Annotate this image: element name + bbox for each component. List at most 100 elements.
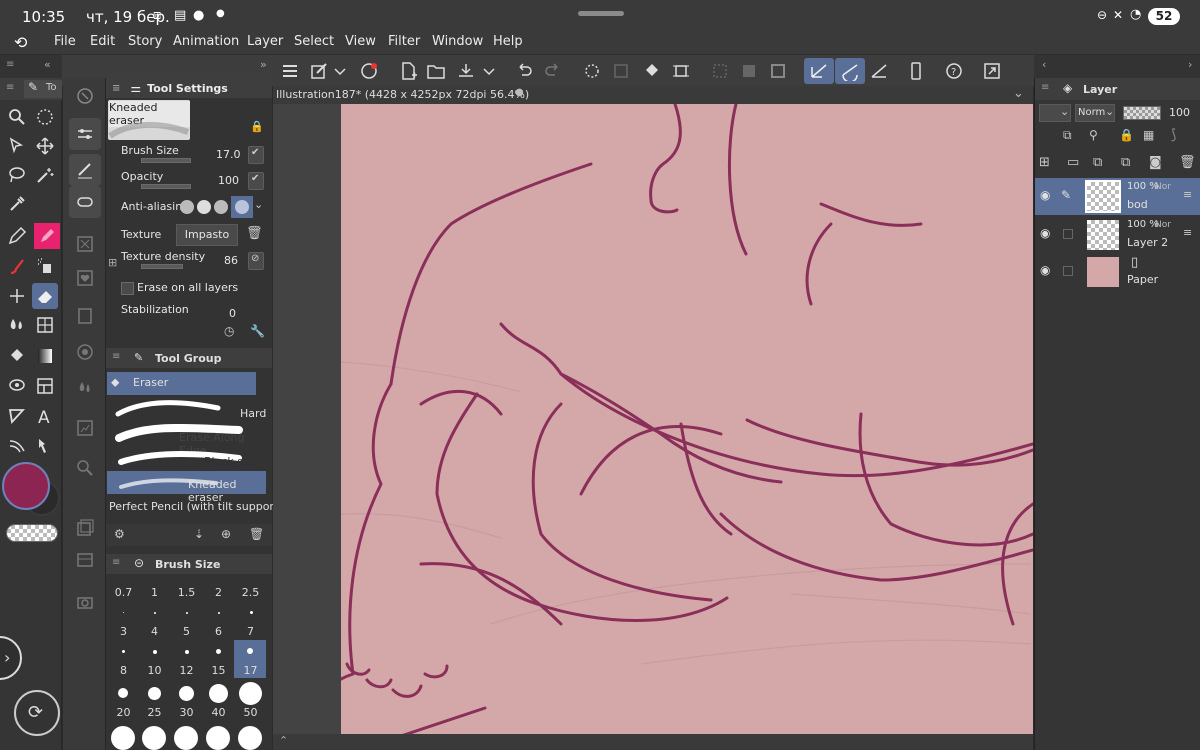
brush-size-2-5[interactable]: 2.5 <box>235 586 266 599</box>
chevron-down-icon[interactable]: ⌄ <box>1013 86 1024 101</box>
eraser-group-row[interactable]: ⬥ Eraser <box>107 372 256 395</box>
erase-all-layers-checkbox[interactable] <box>121 282 134 295</box>
layer-row-bod[interactable]: ◉ ✎ 100 % Nor bod ≡ <box>1035 178 1200 215</box>
pen-tool-icon[interactable] <box>4 223 30 249</box>
navigator-icon[interactable] <box>69 80 101 112</box>
wrench-icon[interactable]: 🔧 <box>250 324 265 338</box>
sub-tool-icon[interactable] <box>69 154 101 186</box>
brush-size-17[interactable]: 17 <box>235 664 266 677</box>
new-folder-icon[interactable]: ▭ <box>1067 155 1079 170</box>
deselect-icon[interactable] <box>707 58 733 84</box>
brush-size-20[interactable]: 20 <box>108 706 139 719</box>
quick-access-button[interactable]: ⟳ <box>14 690 60 736</box>
transparent-color-swatch[interactable] <box>6 524 58 542</box>
reference-layer-icon[interactable]: ⚲ <box>1089 128 1098 142</box>
delete-subtool-icon[interactable]: 🗑 <box>249 527 264 541</box>
menu-select[interactable]: Select <box>294 34 334 49</box>
lock-layer-icon[interactable]: 🔒 <box>1119 128 1134 142</box>
brush-size-25[interactable]: 25 <box>139 706 170 719</box>
save-icon[interactable] <box>453 58 479 84</box>
blend-tool-icon[interactable] <box>4 312 30 338</box>
visibility-eye-icon[interactable]: ◉ <box>1040 188 1050 202</box>
lasso-fill-tool-icon[interactable] <box>4 373 30 399</box>
balloon-tool-icon[interactable] <box>4 433 30 459</box>
layer-property-icon[interactable] <box>69 336 101 368</box>
select-disabled-icon[interactable] <box>608 58 634 84</box>
menu-file[interactable]: File <box>54 34 76 49</box>
collapse-left-icon[interactable]: « <box>44 58 51 71</box>
camera-icon[interactable] <box>69 586 101 618</box>
undo-icon[interactable] <box>511 58 537 84</box>
layer-color-dropdown[interactable]: ⌄ <box>1039 104 1071 122</box>
save-options-chevron-icon[interactable] <box>479 58 499 84</box>
invert-selection-icon[interactable] <box>736 58 762 84</box>
crop-icon[interactable] <box>668 58 694 84</box>
menu-window[interactable]: Window <box>432 34 483 49</box>
brush-size-1-5[interactable]: 1.5 <box>171 586 202 599</box>
trash-icon[interactable]: 🗑 <box>246 226 263 241</box>
collapse-layer-right-icon[interactable]: › <box>1188 58 1192 71</box>
opacity-slider[interactable] <box>141 184 191 189</box>
selection-border-icon[interactable] <box>765 58 791 84</box>
collapse-layer-left-icon[interactable]: ‹ <box>1042 58 1046 71</box>
brush-size-12[interactable]: 12 <box>171 664 202 677</box>
menu-edit[interactable]: Edit <box>90 34 115 49</box>
aa-strong-option[interactable] <box>231 196 253 218</box>
item-bank-icon[interactable] <box>69 512 101 544</box>
ruler-snap-icon[interactable] <box>804 58 834 84</box>
fill-icon[interactable] <box>639 58 665 84</box>
menu-story[interactable]: Story <box>128 34 162 49</box>
mask-layer-icon[interactable]: ⟆ <box>1171 127 1176 143</box>
help-icon[interactable]: ? <box>941 58 967 84</box>
subtool-erase-along-edge[interactable]: Erase Along Edge <box>107 422 267 457</box>
drag-handle-icon[interactable]: ≡ <box>1183 226 1192 239</box>
correct-line-tool-icon[interactable] <box>32 433 58 459</box>
decoration-tool-icon[interactable] <box>4 283 30 309</box>
tool-property-icon[interactable] <box>69 118 101 150</box>
airbrush-tool-icon[interactable] <box>32 253 58 279</box>
fullscreen-icon[interactable] <box>979 58 1005 84</box>
subtool-black-soot-2[interactable]: Black soot 2 <box>107 446 267 481</box>
texture-density-dynamics-button[interactable]: ⊘ <box>248 252 264 270</box>
brush-size-4[interactable]: 4 <box>139 625 170 638</box>
subtool-hard[interactable]: Hard <box>107 398 267 422</box>
color-wheel-icon[interactable] <box>69 228 101 260</box>
tool-tab[interactable]: ✎ To <box>24 80 62 98</box>
blend-mode-select[interactable]: Norm ⌄ <box>1075 104 1115 122</box>
subtool-perfect-pencil[interactable]: Perfect Pencil (with tilt support) <box>107 496 283 516</box>
modify-tool-icon[interactable] <box>306 58 332 84</box>
layer-row-layer-2[interactable]: ◉ 100 % Nor Layer 2 ≡ <box>1035 216 1200 253</box>
brush-size-15[interactable]: 15 <box>203 664 234 677</box>
brush-size-0-7[interactable]: 0.7 <box>108 586 139 599</box>
frame-tool-icon[interactable] <box>32 373 58 399</box>
operation-tool-icon[interactable] <box>4 133 30 159</box>
eyedropper-tool-icon[interactable] <box>4 191 30 217</box>
brush-size-panel-icon[interactable] <box>69 186 101 218</box>
lock-icon[interactable]: 🔒 <box>250 120 264 133</box>
stopwatch-icon[interactable]: ◷ <box>224 324 234 338</box>
clip-layer-icon[interactable]: ⧉ <box>1063 128 1072 143</box>
chevron-down-icon[interactable] <box>330 58 350 84</box>
curve-snap-icon[interactable] <box>835 58 865 84</box>
material-icon[interactable] <box>69 412 101 444</box>
new-raster-layer-icon[interactable]: ⊞ <box>1039 155 1050 170</box>
duplicate-layer-icon[interactable]: ⧉ <box>1093 155 1102 170</box>
search-layer-icon[interactable] <box>69 452 101 484</box>
canvas-tab[interactable]: Illustration187* (4428 x 4252px 72dpi 56… <box>273 86 1033 104</box>
clip-studio-icon[interactable] <box>356 58 382 84</box>
collapse-right-icon[interactable]: » <box>260 58 267 71</box>
brush-size-5[interactable]: 5 <box>171 625 202 638</box>
app-logo-icon[interactable]: ⟲ <box>14 33 27 52</box>
magic-wand-tool-icon[interactable] <box>32 162 58 188</box>
brush-size-6[interactable]: 6 <box>203 625 234 638</box>
menu-filter[interactable]: Filter <box>388 34 420 49</box>
layer-edit-toggle[interactable] <box>1063 229 1073 239</box>
layer-edit-toggle[interactable] <box>1063 266 1073 276</box>
copy-subtool-icon[interactable]: ⇣ <box>194 527 204 541</box>
lock-transparency-icon[interactable]: ▦ <box>1143 128 1154 142</box>
brush-size-slider[interactable] <box>141 158 191 163</box>
ruler-tool-icon[interactable] <box>4 403 30 429</box>
opacity-dynamics-button[interactable]: ✔ <box>248 172 264 190</box>
history-icon[interactable] <box>69 300 101 332</box>
delete-layer-icon[interactable]: 🗑 <box>1179 155 1196 170</box>
